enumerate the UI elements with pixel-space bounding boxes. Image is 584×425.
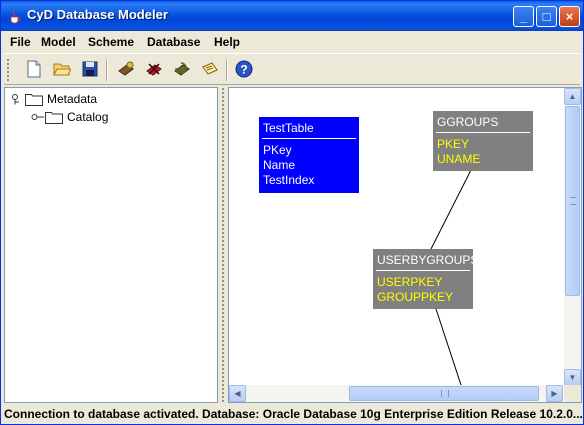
help-icon[interactable]: ? — [232, 57, 256, 81]
toolbar-separator — [226, 59, 228, 81]
relationship-line — [430, 169, 472, 250]
minimize-button[interactable]: _ — [513, 6, 534, 27]
toolbar: ? — [4, 53, 580, 85]
tree-toggle-icon[interactable] — [31, 110, 45, 124]
menu-file[interactable]: File — [10, 35, 31, 49]
menu-help[interactable]: Help — [214, 35, 240, 49]
table-box-testtable[interactable]: TestTable PKey Name TestIndex — [259, 117, 359, 193]
diagram-panel[interactable]: TestTable PKey Name TestIndex GGROUPS PK… — [228, 87, 582, 403]
edit-note-icon[interactable] — [198, 57, 222, 81]
svg-text:?: ? — [240, 63, 247, 77]
table-title: USERBYGROUPS — [377, 253, 473, 267]
menu-bar: File Model Scheme Database Help — [4, 32, 580, 52]
table-title: TestTable — [263, 121, 314, 135]
scroll-right-icon[interactable]: ▶ — [546, 385, 563, 402]
title-bar[interactable]: CyD Database Modeler _ □ × — [1, 1, 583, 31]
table-box-userbygroups[interactable]: USERBYGROUPS USERPKEY GROUPPKEY — [373, 249, 473, 309]
scrollbar-corner — [564, 385, 581, 402]
tree-label-metadata: Metadata — [47, 92, 98, 106]
close-button[interactable]: × — [559, 6, 580, 27]
scroll-up-icon[interactable]: ▲ — [564, 88, 581, 105]
table-box-ggroups[interactable]: GGROUPS PKEY UNAME — [433, 111, 533, 171]
vertical-scroll-thumb[interactable] — [565, 106, 580, 296]
relationship-line — [435, 308, 462, 386]
horizontal-scrollbar[interactable]: ◀ ▶ — [229, 385, 563, 402]
vertical-scrollbar[interactable]: ▲ ▼ — [564, 88, 581, 386]
toolbar-grip[interactable] — [6, 58, 10, 82]
table-field: USERPKEY — [377, 275, 443, 289]
disconnect-database-icon[interactable] — [142, 57, 166, 81]
connect-database-icon[interactable] — [114, 57, 138, 81]
table-field: TestIndex — [263, 173, 315, 187]
tree-node-catalog[interactable]: Catalog — [31, 109, 108, 125]
maximize-button[interactable]: □ — [536, 6, 557, 27]
table-title: GGROUPS — [437, 115, 499, 129]
table-field: Name — [263, 158, 296, 172]
status-bar: Connection to database activated. Databa… — [4, 407, 582, 421]
table-field: UNAME — [437, 152, 481, 166]
split-pane-divider[interactable] — [219, 87, 227, 403]
scroll-left-icon[interactable]: ◀ — [229, 385, 246, 402]
table-field: GROUPPKEY — [377, 290, 454, 304]
folder-icon — [45, 111, 63, 124]
tree-node-metadata[interactable]: Metadata — [11, 91, 97, 107]
metadata-tree-panel[interactable]: Metadata Catalog — [4, 87, 218, 403]
save-disk-icon[interactable] — [78, 57, 102, 81]
tree-label-catalog: Catalog — [67, 110, 109, 124]
app-window: CyD Database Modeler _ □ × File Model Sc… — [0, 0, 584, 425]
folder-icon — [25, 93, 43, 106]
diagram-canvas[interactable]: TestTable PKey Name TestIndex GGROUPS PK… — [229, 88, 563, 386]
toolbar-separator — [106, 59, 108, 81]
menu-model[interactable]: Model — [41, 35, 76, 49]
refresh-database-icon[interactable] — [170, 57, 194, 81]
table-field: PKey — [263, 143, 292, 157]
new-document-icon[interactable] — [22, 57, 46, 81]
horizontal-scroll-thumb[interactable] — [349, 386, 539, 401]
open-folder-icon[interactable] — [50, 57, 74, 81]
menu-scheme[interactable]: Scheme — [88, 35, 134, 49]
menu-database[interactable]: Database — [147, 35, 200, 49]
window-title: CyD Database Modeler — [27, 7, 168, 22]
table-field: PKEY — [437, 137, 470, 151]
scroll-down-icon[interactable]: ▼ — [564, 369, 581, 386]
tree-toggle-icon[interactable] — [11, 92, 25, 106]
java-cup-icon — [10, 9, 21, 24]
